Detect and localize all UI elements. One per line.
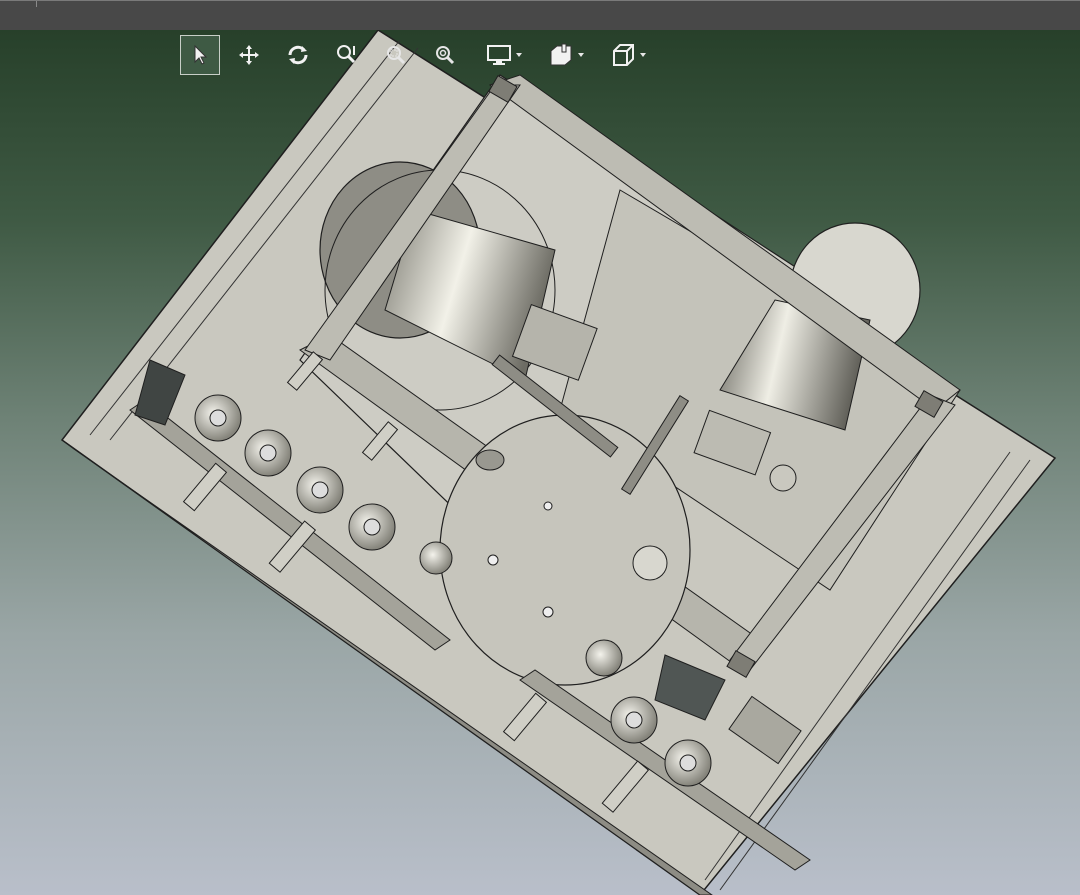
turntable-hole xyxy=(542,606,554,618)
pan-tool-button[interactable] xyxy=(229,35,269,75)
titlebar-divider xyxy=(36,1,37,7)
monitor-icon xyxy=(487,45,511,65)
roller-hub xyxy=(259,444,277,462)
roller-hub xyxy=(679,754,697,772)
cursor-arrow-icon xyxy=(194,44,208,65)
zoom-window-tool-button[interactable] xyxy=(376,35,416,75)
roller-hub xyxy=(311,481,329,499)
rotate-tool-button[interactable] xyxy=(278,35,318,75)
3d-viewport[interactable] xyxy=(0,30,1080,895)
view-orientation-dropdown[interactable] xyxy=(598,35,650,75)
section-view-icon xyxy=(550,43,572,66)
turntable-hub xyxy=(475,449,505,471)
zoom-dynamic-tool-button[interactable] xyxy=(327,35,367,75)
motor xyxy=(632,545,668,581)
zoom-window-icon xyxy=(387,46,406,65)
turntable-hole xyxy=(543,501,553,511)
display-mode-dropdown[interactable] xyxy=(474,35,526,75)
roller xyxy=(419,541,453,575)
roller-hub xyxy=(625,711,643,729)
roller-hub xyxy=(209,409,227,427)
section-view-dropdown[interactable] xyxy=(536,35,588,75)
chevron-down-icon xyxy=(640,53,646,57)
turntable-hole xyxy=(487,554,499,566)
zoom-dynamic-icon xyxy=(337,45,356,64)
cad-assembly-model[interactable] xyxy=(0,30,1080,895)
window-titlebar xyxy=(0,0,1080,30)
chevron-down-icon xyxy=(516,53,522,57)
roller xyxy=(585,639,623,677)
select-tool-button[interactable] xyxy=(180,35,220,75)
roller-hub xyxy=(363,518,381,536)
cube-view-icon xyxy=(613,44,634,66)
zoom-fit-icon xyxy=(436,46,455,65)
chevron-down-icon xyxy=(578,53,584,57)
move-arrows-icon xyxy=(239,45,259,65)
motor xyxy=(769,464,797,492)
zoom-fit-tool-button[interactable] xyxy=(425,35,465,75)
view-toolbar xyxy=(180,35,660,75)
rotate-icon xyxy=(288,45,308,65)
